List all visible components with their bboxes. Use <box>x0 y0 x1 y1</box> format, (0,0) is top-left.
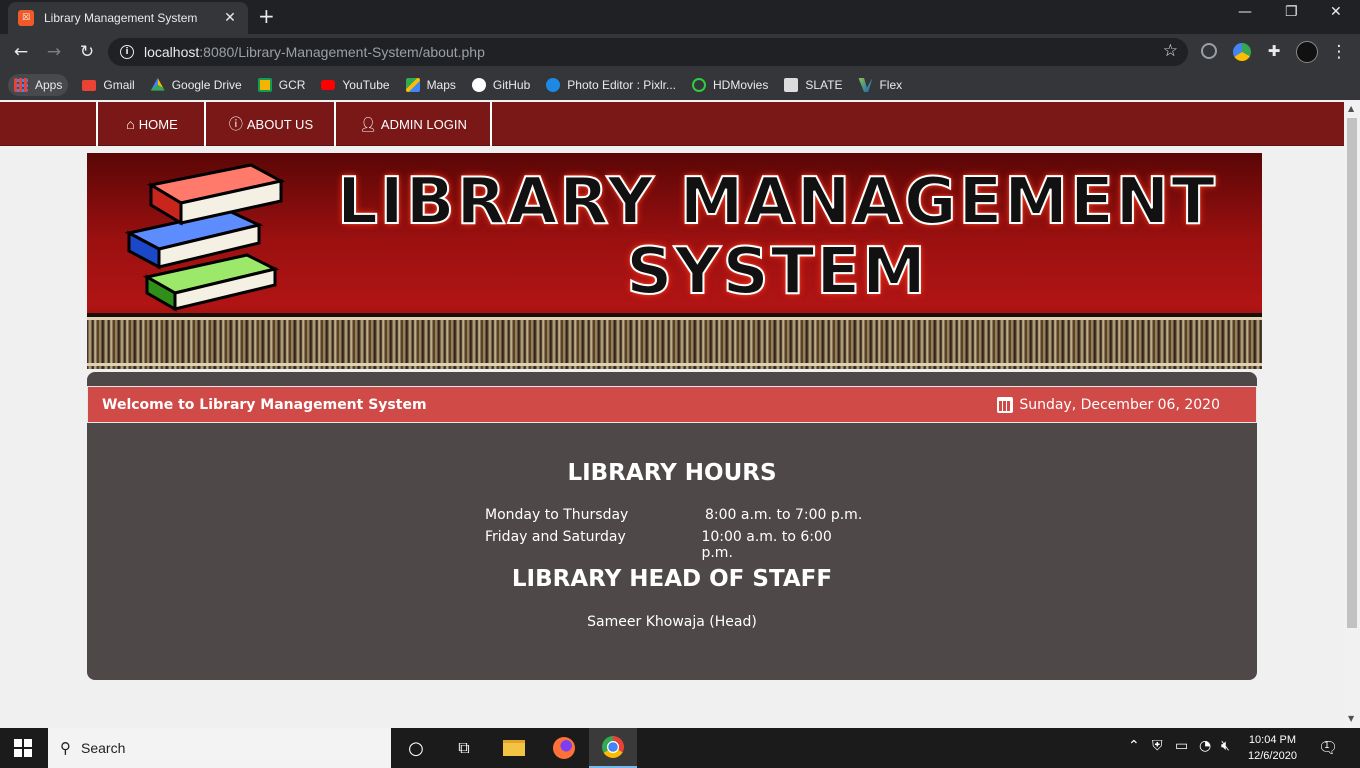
hdmovies-icon <box>691 78 706 92</box>
search-icon: ⚲ <box>60 739 71 757</box>
browser-tab-strip: ☒ Library Management System ✕ + — ❐ ✕ <box>0 0 1360 34</box>
classroom-icon <box>257 78 272 92</box>
volume-muted-icon[interactable]: 🔇︎ <box>1221 738 1230 754</box>
wifi-icon[interactable]: ◔ <box>1199 738 1211 754</box>
hours-row: Friday and Saturday 10:00 a.m. to 6:00 p… <box>485 529 832 561</box>
welcome-bar: Welcome to Library Management System Sun… <box>87 386 1257 423</box>
bookmark-hdmovies[interactable]: HDMovies <box>691 78 768 92</box>
bookmark-gcr[interactable]: GCR <box>257 78 305 92</box>
user-icon: 👤︎ <box>359 115 377 132</box>
forward-icon[interactable]: → <box>43 41 65 63</box>
nav-admin-login[interactable]: 👤︎ ADMIN LOGIN <box>334 102 492 146</box>
apps-grid-icon <box>14 78 28 92</box>
library-hours-heading: LIBRARY HOURS <box>567 460 777 486</box>
page-scrollbar[interactable]: ▲ ▼ <box>1344 100 1360 728</box>
taskbar-search-box[interactable]: ⚲ Search <box>48 728 391 768</box>
address-bar[interactable]: i localhost:8080/Library-Management-Syst… <box>108 38 1188 66</box>
gmail-icon <box>82 79 97 91</box>
extension-circle-icon[interactable] <box>1201 43 1217 59</box>
windows-taskbar: ⚲ Search ○ ⧉ ⌃ ⛨ ▭ ◔ 🔇︎ 10:04 PM 12/6/20… <box>0 728 1360 768</box>
staff-name: Sameer Khowaja (Head) <box>587 614 757 630</box>
firefox-icon[interactable] <box>540 728 588 768</box>
browser-tab[interactable]: ☒ Library Management System ✕ <box>8 2 248 34</box>
bookmark-flex[interactable]: Flex <box>858 78 902 92</box>
hours-row: Monday to Thursday 8:00 a.m. to 7:00 p.m… <box>485 507 863 523</box>
bookmark-google-drive[interactable]: Google Drive <box>150 78 242 92</box>
cortana-icon[interactable]: ○ <box>392 728 440 768</box>
minimize-icon[interactable]: — <box>1238 4 1252 20</box>
extension-color-icon[interactable] <box>1233 43 1251 61</box>
drive-icon <box>150 78 165 91</box>
reload-icon[interactable]: ↻ <box>76 41 98 63</box>
head-of-staff-heading: LIBRARY HEAD OF STAFF <box>511 566 833 592</box>
tray-chevron-up-icon[interactable]: ⌃ <box>1128 738 1140 754</box>
profile-avatar[interactable] <box>1296 41 1318 63</box>
menu-kebab-icon[interactable]: ⋮ <box>1328 41 1350 63</box>
github-icon <box>471 78 486 92</box>
books-stack-icon <box>124 163 286 312</box>
window-close-icon[interactable]: ✕ <box>1330 4 1342 20</box>
browser-toolbar: ← → ↻ i localhost:8080/Library-Managemen… <box>0 34 1360 70</box>
bookmark-apps[interactable]: Apps <box>8 74 69 96</box>
about-panel: Welcome to Library Management System Sun… <box>87 372 1257 680</box>
bookmark-gmail[interactable]: Gmail <box>82 78 135 92</box>
notification-center-icon[interactable]: 🗨︎ 1 <box>1318 738 1338 757</box>
bookmark-slate[interactable]: SLATE <box>784 78 842 92</box>
home-icon: ⌂ <box>126 116 135 132</box>
flex-icon <box>858 78 873 92</box>
bookmark-star-icon[interactable]: ☆ <box>1163 41 1178 61</box>
file-explorer-icon[interactable] <box>490 728 538 768</box>
chrome-icon[interactable] <box>589 728 637 768</box>
bookmark-maps[interactable]: Maps <box>405 78 456 92</box>
url-text: localhost:8080/Library-Management-System… <box>144 44 485 60</box>
site-banner: LIBRARY MANAGEMENT SYSTEM <box>87 153 1262 369</box>
welcome-text: Welcome to Library Management System <box>102 396 427 413</box>
tab-title: Library Management System <box>44 11 198 25</box>
scroll-up-arrow-icon[interactable]: ▲ <box>1348 104 1354 113</box>
page-viewport: ⌂ HOME ⓘ ABOUT US 👤︎ ADMIN LOGIN LIBRARY… <box>0 100 1344 728</box>
calendar-icon <box>997 396 1014 413</box>
maps-icon <box>405 78 420 92</box>
bookmark-github[interactable]: GitHub <box>471 78 530 92</box>
taskbar-clock[interactable]: 10:04 PM 12/6/2020 <box>1248 732 1297 764</box>
defender-shield-icon[interactable]: ⛨ <box>1152 738 1163 754</box>
pixlr-icon <box>546 78 561 92</box>
info-circle-icon: ⓘ <box>228 116 243 132</box>
restore-icon[interactable]: ❐ <box>1285 4 1298 20</box>
new-tab-button[interactable]: + <box>258 6 275 26</box>
youtube-icon <box>321 80 336 90</box>
extensions-puzzle-icon[interactable]: ✚ <box>1263 40 1285 62</box>
back-icon[interactable]: ← <box>10 41 32 63</box>
battery-icon[interactable]: ▭ <box>1175 738 1188 754</box>
task-view-icon[interactable]: ⧉ <box>440 728 488 768</box>
close-icon[interactable]: ✕ <box>222 10 238 26</box>
bookmark-youtube[interactable]: YouTube <box>321 78 390 92</box>
nav-home[interactable]: ⌂ HOME <box>96 102 206 146</box>
bookshelf-strip <box>87 313 1262 369</box>
bookmarks-bar: Apps Gmail Google Drive GCR YouTube Maps… <box>0 70 1360 100</box>
slate-icon <box>784 78 799 92</box>
scrollbar-thumb[interactable] <box>1347 118 1357 628</box>
windows-start-icon[interactable] <box>14 739 32 757</box>
info-icon[interactable]: i <box>120 45 134 59</box>
bookmark-pixlr[interactable]: Photo Editor : Pixlr... <box>546 78 676 92</box>
xampp-icon: ☒ <box>18 10 34 26</box>
date-display: Sunday, December 06, 2020 <box>997 396 1220 413</box>
site-navbar: ⌂ HOME ⓘ ABOUT US 👤︎ ADMIN LOGIN <box>0 102 1344 146</box>
scroll-down-arrow-icon[interactable]: ▼ <box>1348 714 1354 723</box>
banner-title: LIBRARY MANAGEMENT SYSTEM <box>336 165 1217 309</box>
nav-about-us[interactable]: ⓘ ABOUT US <box>204 102 336 146</box>
